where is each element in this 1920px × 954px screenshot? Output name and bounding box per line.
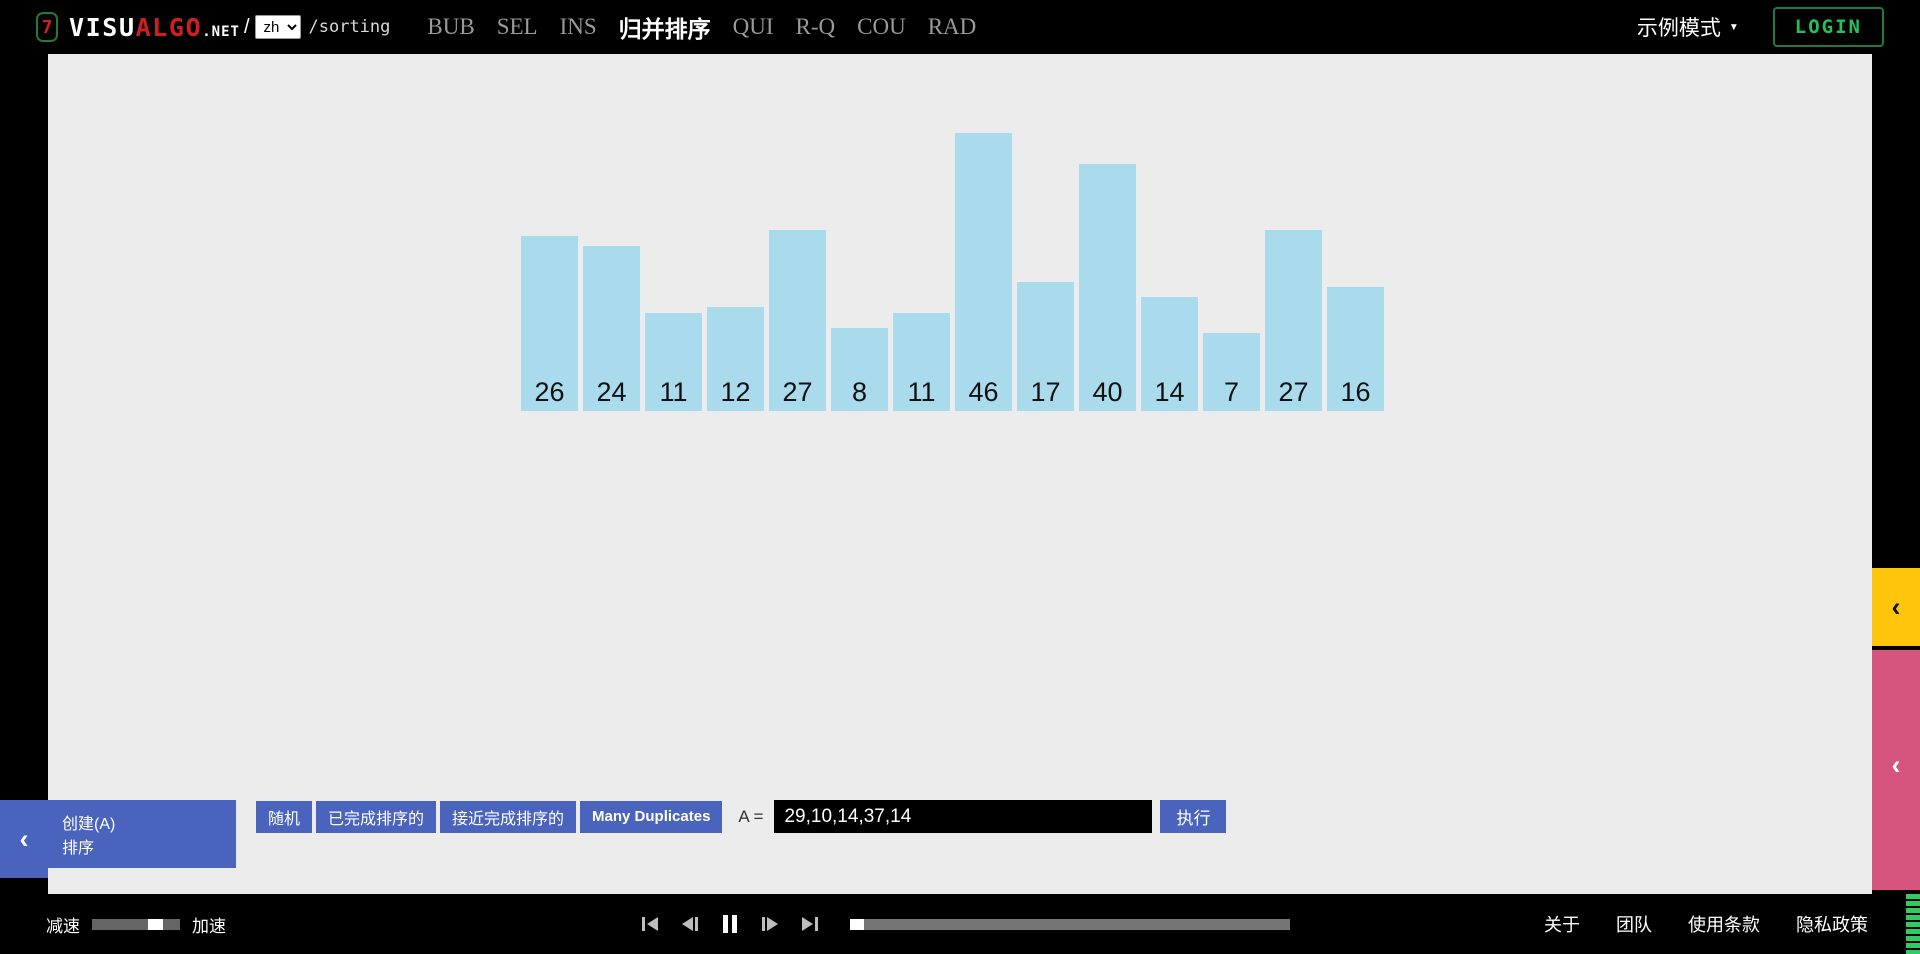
- side-tab-yellow[interactable]: ‹: [1872, 568, 1920, 646]
- step-backward-icon[interactable]: [670, 904, 710, 944]
- action-menu: 创建(A) 排序: [48, 800, 236, 868]
- playback-controls: [630, 904, 1290, 944]
- bar-value-label: 26: [534, 377, 565, 407]
- bar-value-label: 8: [851, 377, 868, 407]
- bar-value-label: 27: [782, 377, 813, 407]
- chevron-left-icon: ‹: [1891, 750, 1901, 780]
- bar-item: 11: [645, 312, 702, 411]
- site-logo[interactable]: VISU ALGO .NET: [69, 13, 240, 42]
- control-panel: 创建(A) 排序 随机 已完成排序的 接近完成排序的 Many Duplicates …: [48, 794, 1872, 894]
- array-input[interactable]: [774, 800, 1153, 833]
- progress-track: [850, 918, 1290, 930]
- bar-item: 12: [707, 307, 764, 411]
- array-input-label: A =: [738, 806, 764, 826]
- bar-chart: 26 24 11 12 27 8 11 46 17 40 14 7 27 16: [521, 111, 1384, 411]
- bar-value-label: 27: [1278, 377, 1309, 407]
- footer-link-3[interactable]: 隐私政策: [1796, 911, 1868, 937]
- nav-item-2[interactable]: INS: [549, 14, 608, 40]
- execute-button[interactable]: 执行: [1160, 800, 1227, 833]
- speed-slider[interactable]: [92, 918, 180, 930]
- skip-to-start-icon[interactable]: [630, 904, 670, 944]
- top-header: 7 VISU ALGO .NET / zh /sorting BUB SEL INS 归并…: [0, 0, 1920, 54]
- speed-slider-thumb[interactable]: [148, 918, 163, 930]
- nav-item-6[interactable]: COU: [846, 14, 917, 40]
- preset-button-3[interactable]: Many Duplicates: [580, 800, 723, 833]
- footer-link-0[interactable]: 关于: [1544, 911, 1580, 937]
- visualization-canvas: 26 24 11 12 27 8 11 46 17 40 14 7 27 16: [48, 54, 1872, 794]
- bar-item: 46: [955, 133, 1012, 411]
- bar-item: 27: [769, 230, 826, 411]
- app-root: 7 VISU ALGO .NET / zh /sorting BUB SEL INS 归并…: [0, 0, 1920, 954]
- header-right: 示例模式 ▼ LOGIN: [1637, 7, 1920, 47]
- menu-item-sort[interactable]: 排序: [62, 834, 222, 858]
- chevron-left-icon: ‹: [1891, 591, 1901, 622]
- bar-value-label: 46: [968, 377, 999, 407]
- logo-badge-icon: 7: [36, 12, 58, 42]
- mode-selector[interactable]: 示例模式 ▼: [1637, 12, 1739, 42]
- menu-item-create[interactable]: 创建(A): [62, 810, 222, 834]
- bar-item: 11: [893, 312, 950, 411]
- bar-item: 40: [1079, 163, 1136, 411]
- left-panel-toggle[interactable]: ‹: [0, 800, 48, 878]
- bar-value-label: 17: [1030, 377, 1061, 407]
- bar-value-label: 24: [596, 377, 627, 407]
- bar-item: 16: [1327, 286, 1384, 411]
- language-select[interactable]: zh: [254, 15, 301, 39]
- nav-item-4[interactable]: QUI: [722, 14, 785, 40]
- bar-item: 7: [1203, 333, 1260, 411]
- preset-button-1[interactable]: 已完成排序的: [316, 800, 437, 833]
- preset-buttons: 随机 已完成排序的 接近完成排序的 Many Duplicates: [256, 800, 723, 833]
- bar-item: 8: [831, 327, 888, 411]
- nav-item-5[interactable]: R-Q: [785, 14, 847, 40]
- speed-control: 减速 加速: [0, 912, 226, 937]
- speed-slow-label: 减速: [46, 916, 80, 936]
- chevron-left-icon: ‹: [19, 823, 29, 854]
- logo-slash: /: [243, 15, 250, 38]
- mode-selector-label: 示例模式: [1636, 17, 1721, 40]
- logo-algo-text: ALGO: [135, 12, 203, 42]
- preset-button-2[interactable]: 接近完成排序的: [440, 800, 577, 833]
- bar-item: 26: [521, 235, 578, 411]
- bar-value-label: 40: [1092, 377, 1123, 407]
- pause-icon[interactable]: [710, 904, 750, 944]
- bar-value-label: 12: [720, 377, 751, 407]
- status-bar: 减速 加速 关于 团队 使用条款 隐私政策: [0, 894, 1920, 954]
- nav-item-1[interactable]: SEL: [486, 14, 549, 40]
- bar-item: 17: [1017, 281, 1074, 411]
- progress-thumb[interactable]: [850, 918, 864, 930]
- nav-item-0[interactable]: BUB: [416, 14, 485, 40]
- step-forward-icon[interactable]: [750, 904, 790, 944]
- bar-value-label: 16: [1340, 377, 1371, 407]
- bar-item: 24: [583, 245, 640, 411]
- status-indicator-strip: [1906, 894, 1920, 954]
- bar-value-label: 7: [1223, 377, 1240, 407]
- preset-button-row: 随机已完成排序的接近完成排序的Many Duplicates A = 执行: [256, 800, 1227, 833]
- bar-item: 14: [1141, 297, 1198, 411]
- skip-to-end-icon[interactable]: [790, 904, 830, 944]
- footer-link-2[interactable]: 使用条款: [1688, 911, 1760, 937]
- main-nav: BUB SEL INS 归并排序 QUI R-Q COU RAD: [416, 10, 987, 44]
- speed-fast-label: 加速: [192, 916, 226, 936]
- nav-item-active[interactable]: 归并排序: [608, 10, 722, 44]
- progress-slider[interactable]: [850, 918, 1290, 930]
- login-button[interactable]: LOGIN: [1772, 7, 1884, 47]
- route-path: /sorting: [308, 17, 391, 37]
- header-left: 7 VISU ALGO .NET / zh /sorting BUB SEL INS 归并…: [0, 10, 987, 44]
- logo-net-text: .NET: [202, 23, 240, 40]
- footer-link-1[interactable]: 团队: [1616, 911, 1652, 937]
- bar-value-label: 14: [1154, 377, 1185, 407]
- footer-links: 关于 团队 使用条款 隐私政策: [1544, 911, 1920, 937]
- preset-button-0[interactable]: 随机: [256, 800, 313, 833]
- nav-item-7[interactable]: RAD: [917, 14, 988, 40]
- logo-visu-text: VISU: [69, 12, 136, 42]
- side-tab-pink[interactable]: ‹: [1872, 650, 1920, 890]
- bar-item: 27: [1265, 230, 1322, 411]
- chevron-down-icon: ▼: [1728, 21, 1739, 33]
- bar-value-label: 11: [907, 377, 936, 407]
- bar-value-label: 11: [659, 377, 688, 407]
